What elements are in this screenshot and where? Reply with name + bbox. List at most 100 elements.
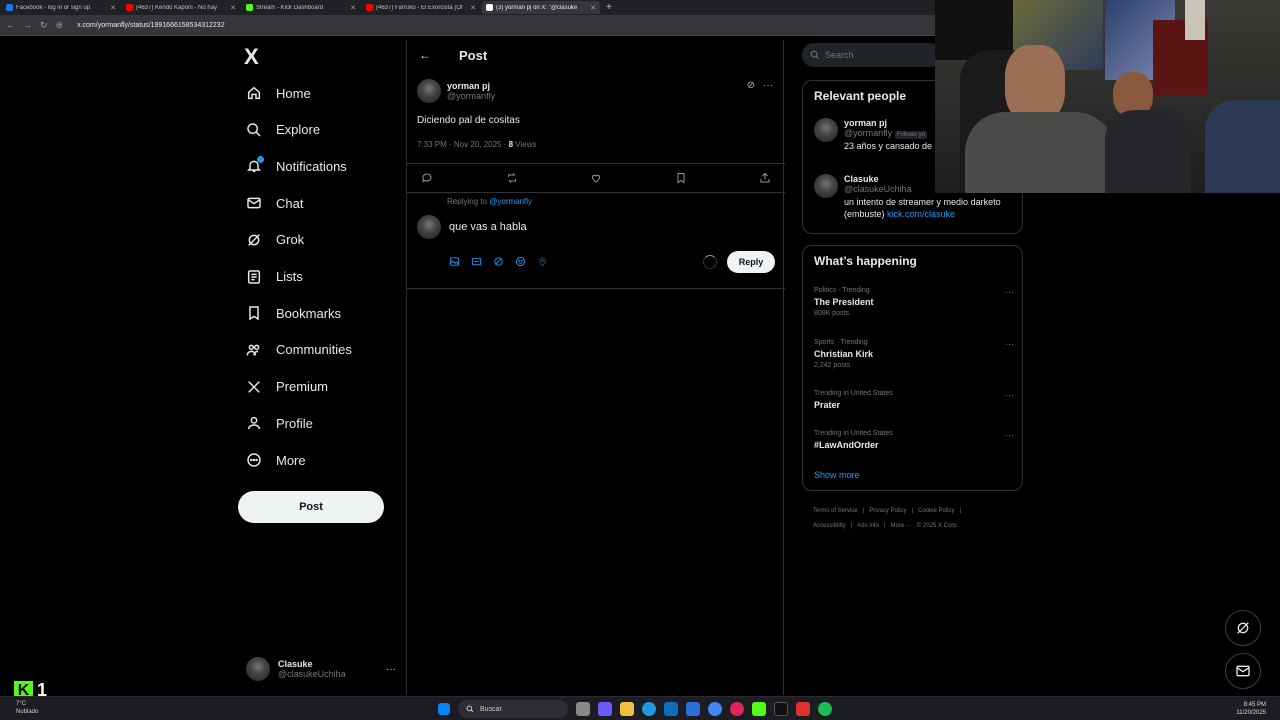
close-tab-icon[interactable]: ✕ [470, 4, 476, 12]
nav-item-premium[interactable]: Premium [246, 372, 328, 402]
person-avatar[interactable] [814, 174, 838, 198]
x-logo[interactable]: X [244, 44, 259, 70]
nav-item-home[interactable]: Home [246, 78, 311, 108]
more-dots-icon[interactable]: ··· [1005, 430, 1014, 440]
person-body [1105, 110, 1190, 193]
nav-item-bookmarks[interactable]: Bookmarks [246, 298, 341, 328]
bookmark-icon [249, 306, 259, 321]
reply-input[interactable] [449, 221, 699, 233]
author-handle[interactable]: @yormanfly [447, 91, 495, 101]
spotify-icon[interactable] [818, 702, 832, 716]
show-more-link[interactable]: Show more [814, 470, 860, 480]
like-icon[interactable] [590, 172, 602, 184]
trend-item[interactable]: Trending in United States #LawAndOrder ··· [814, 430, 1014, 450]
nav-item-lists[interactable]: Lists [246, 262, 303, 292]
more-dots-icon[interactable]: ··· [386, 664, 396, 675]
person-name[interactable]: yorman pj [844, 118, 932, 128]
footer-link[interactable]: Ads info [857, 523, 879, 529]
grok-button[interactable] [1225, 610, 1261, 646]
person-handle: @yormanfly [844, 128, 893, 138]
reply-button[interactable]: Reply [727, 251, 775, 273]
browser-tab[interactable]: (3) yorman pj on X: "@clasuke ✕ [482, 1, 600, 14]
follows-you-badge: Follows yo [894, 131, 928, 139]
close-tab-icon[interactable]: ✕ [110, 4, 116, 12]
more-dots-icon[interactable]: ··· [1005, 287, 1014, 297]
file-explorer-icon[interactable] [620, 702, 634, 716]
post-author[interactable]: yorman pj @yormanfly [417, 79, 495, 103]
trend-item[interactable]: Sports · Trending Christian Kirk 2,242 pos… [814, 339, 1014, 369]
person-bio-link[interactable]: kick.com/clasuke [887, 209, 955, 219]
nav-item-notifications[interactable]: Notifications [246, 151, 347, 181]
nav-item-communities[interactable]: Communities [246, 335, 352, 365]
site-info-icon[interactable]: ⊜ [56, 20, 64, 31]
bookmark-icon[interactable] [675, 172, 687, 184]
footer-link[interactable]: Cookie Policy [918, 508, 954, 514]
tiktok-icon[interactable] [774, 702, 788, 716]
reload-icon[interactable]: ↻ [40, 20, 48, 31]
kick-app-icon[interactable] [752, 702, 766, 716]
more-dots-icon[interactable]: ··· [763, 80, 773, 91]
app-icon[interactable] [796, 702, 810, 716]
taskbar-search[interactable]: Buscar [458, 700, 568, 718]
url-field[interactable]: x.com/yormanfly/status/19916661585343122… [77, 22, 225, 29]
trend-item[interactable]: Trending in United States Prater ··· [814, 390, 1014, 410]
nav-item-profile[interactable]: Profile [246, 408, 313, 438]
taskbar-clock[interactable]: 8:45 PM 11/20/2025 [1236, 701, 1266, 717]
more-dots-icon[interactable]: ··· [1005, 339, 1014, 349]
gif-icon[interactable] [471, 256, 482, 267]
back-arrow-icon[interactable]: ← [419, 48, 431, 62]
close-tab-icon[interactable]: ✕ [590, 4, 596, 12]
share-icon[interactable] [759, 172, 771, 184]
footer-link[interactable]: © 2025 X Corp. [917, 523, 958, 529]
nav-item-explore[interactable]: Explore [246, 115, 320, 145]
footer-link[interactable]: More ··· [891, 523, 912, 529]
copilot-icon[interactable] [598, 702, 612, 716]
edge-icon[interactable] [642, 702, 656, 716]
nav-item-more[interactable]: More [246, 445, 306, 475]
person-avatar[interactable] [814, 118, 838, 142]
browser-tab[interactable]: (4637) Kendo Kaponi - No hay ✕ [122, 1, 240, 14]
footer-link[interactable]: Accessibility [813, 523, 846, 529]
post-header: ← Post [407, 40, 785, 70]
footer-link[interactable]: Privacy Policy [869, 508, 906, 514]
post-button[interactable]: Post [238, 491, 384, 523]
messages-button[interactable] [1225, 653, 1261, 689]
views-label: Views [513, 140, 537, 149]
location-icon[interactable] [537, 256, 548, 267]
new-tab-button[interactable]: + [606, 2, 612, 13]
opera-icon[interactable] [730, 702, 744, 716]
account-switcher[interactable]: Clasuke @clasukeUchiha ··· [246, 652, 396, 686]
repost-icon[interactable] [506, 172, 518, 184]
person-item[interactable]: yorman pj @yormanfly Follows yo 23 años … [814, 118, 932, 152]
footer-link[interactable]: Terms of Service [813, 508, 858, 514]
nav-item-grok[interactable]: Grok [246, 225, 304, 255]
chrome-icon[interactable] [708, 702, 722, 716]
more-dots-icon[interactable]: ··· [1005, 390, 1014, 400]
trend-context: Sports · Trending [814, 339, 868, 346]
author-name[interactable]: yorman pj [447, 81, 495, 91]
weather-widget[interactable]: 7°C Nublado [16, 700, 38, 716]
grok-icon[interactable]: ⊘ [747, 80, 755, 91]
windows-start-icon[interactable] [438, 703, 450, 715]
task-view-icon[interactable] [576, 702, 590, 716]
search-input[interactable]: Search [802, 43, 942, 67]
browser-tab[interactable]: Stream - Kick Dashboard ✕ [242, 1, 360, 14]
nav-item-chat[interactable]: Chat [246, 188, 303, 218]
store-icon[interactable] [686, 702, 700, 716]
image-icon[interactable] [449, 256, 460, 267]
back-icon[interactable]: ← [6, 20, 15, 30]
browser-tab[interactable]: Facebook - log in or sign up ✕ [2, 1, 120, 14]
forward-icon[interactable]: → [23, 20, 32, 30]
grok-icon[interactable] [493, 256, 504, 267]
outlook-icon[interactable] [664, 702, 678, 716]
close-tab-icon[interactable]: ✕ [230, 4, 236, 12]
browser-tab[interactable]: (4637) Farruko - El Exorcista (Of ✕ [362, 1, 480, 14]
reply-icon[interactable] [421, 172, 433, 184]
post-timestamp[interactable]: 7:33 PM · Nov 20, 2025 · [417, 140, 509, 149]
tab-title: Stream - Kick Dashboard [256, 4, 324, 11]
author-avatar[interactable] [417, 79, 441, 103]
close-tab-icon[interactable]: ✕ [350, 4, 356, 12]
replying-handle[interactable]: @yormanfly [489, 197, 532, 206]
trend-item[interactable]: Politics · Trending The President 808K pos… [814, 287, 1014, 317]
emoji-icon[interactable] [515, 256, 526, 267]
